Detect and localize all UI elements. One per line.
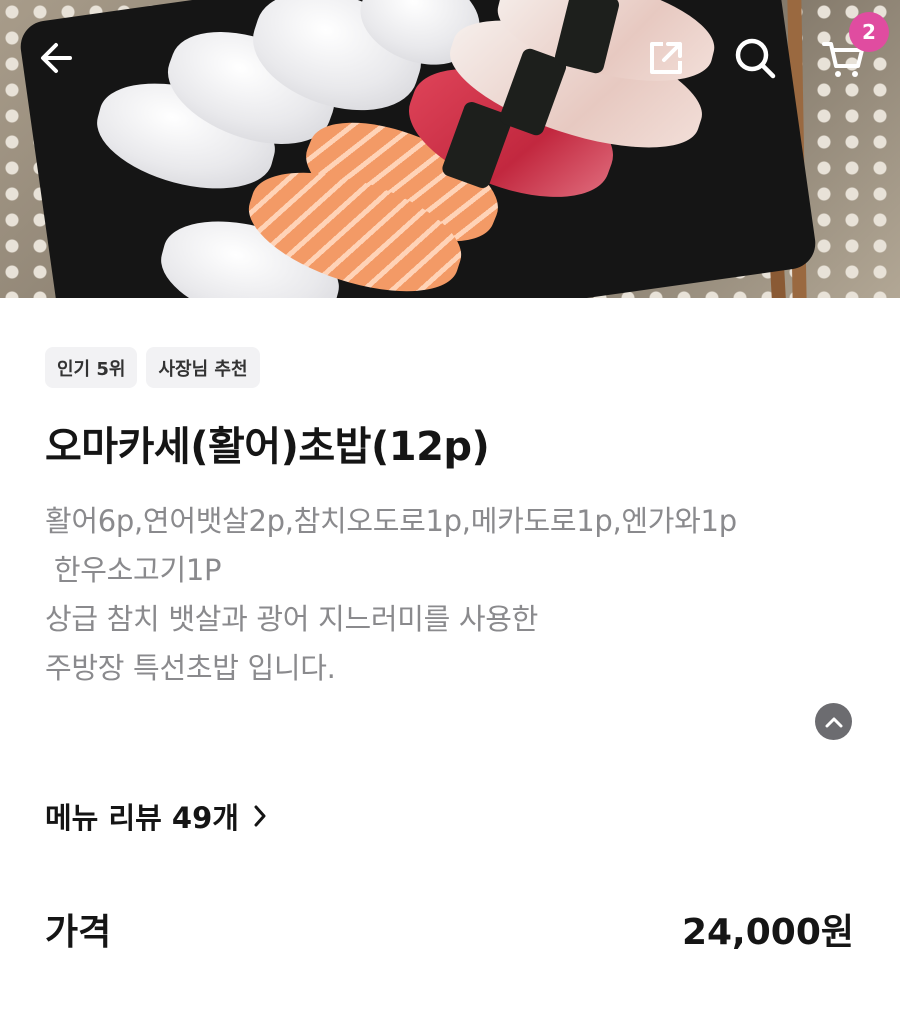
arrow-left-icon [41,43,72,73]
share-external-icon [650,42,682,74]
review-count-label: 메뉴 리뷰 49개 [45,801,239,835]
chevron-up-icon [825,717,842,727]
menu-title: 오마카세(활어)초밥(12p) [45,424,490,470]
tag-owner-recommended: 사장님 추천 [146,347,260,388]
menu-hero-image: 2 [0,0,900,298]
description-line: 한우소고기1P [45,553,222,587]
share-button[interactable] [640,32,692,84]
menu-review-link[interactable]: 메뉴 리뷰 49개 [45,792,267,840]
menu-description: 활어6p,연어뱃살2p,참치오도로1p,메카도로1p,엔가와1p 한우소고기1P… [45,497,875,693]
search-button[interactable] [729,32,781,84]
description-line: 주방장 특선초밥 입니다. [45,651,336,685]
menu-tags: 인기 5위 사장님 추천 [45,347,260,388]
description-line: 활어6p,연어뱃살2p,참치오도로1p,메카도로1p,엔가와1p [45,504,737,538]
back-button[interactable] [30,32,82,84]
price-label: 가격 [45,912,112,953]
tag-popular-rank: 인기 5위 [45,347,138,388]
cart-count-badge: 2 [849,12,889,52]
collapse-description-button[interactable] [815,703,852,740]
chevron-right-icon [254,805,266,827]
description-line: 상급 참치 뱃살과 광어 지느러미를 사용한 [45,602,539,636]
price-value: 24,000원 [681,912,854,953]
search-icon [735,38,776,79]
